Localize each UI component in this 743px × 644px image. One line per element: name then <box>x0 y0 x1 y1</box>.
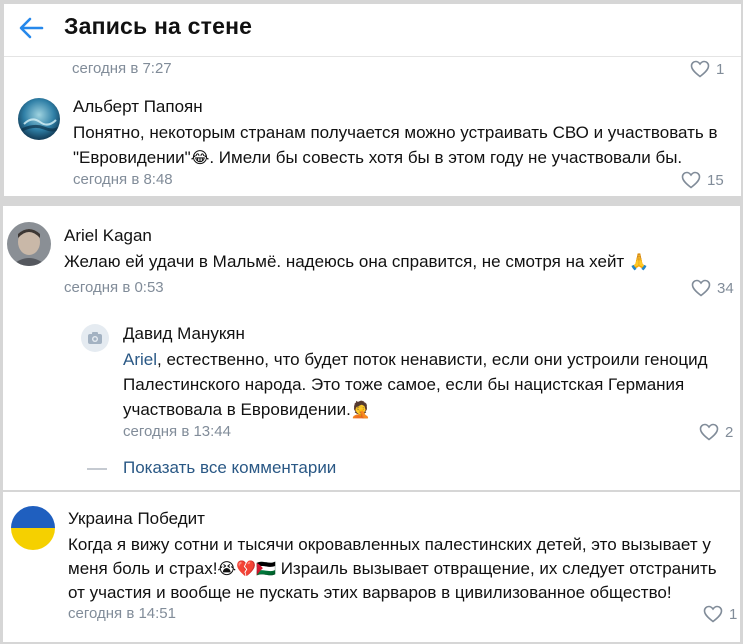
comment-timestamp: сегодня в 0:53 <box>64 279 164 296</box>
avatar[interactable] <box>18 98 60 140</box>
comment-author[interactable]: Украина Победит <box>68 509 205 529</box>
comment-card: Ariel Kagan Желаю ей удачи в Мальмё. над… <box>3 206 740 490</box>
reply-timestamp: сегодня в 13:44 <box>123 423 231 440</box>
crying-heartbreak-flag-emoji-icon: 😭💔🇵🇸 <box>217 559 276 578</box>
heart-icon <box>703 605 723 623</box>
post-card-top: Запись на стене сегодня в 7:27 1 Альберт… <box>4 4 741 196</box>
comment-text-line: "Евровидении"😂. Имели бы совесть хотя бы… <box>73 148 683 167</box>
comment-text-line: от участия и вообще не пускать этих варв… <box>68 583 672 602</box>
mention-link[interactable]: Ariel <box>123 350 157 369</box>
like-button[interactable]: 15 <box>681 171 724 189</box>
like-count: 1 <box>729 605 738 623</box>
like-button[interactable]: 1 <box>690 60 724 78</box>
heart-icon <box>690 60 710 78</box>
heart-icon <box>691 279 711 297</box>
comment-timestamp: сегодня в 7:27 <box>72 60 172 77</box>
divider <box>87 468 107 470</box>
laughing-emoji-icon: 😂 <box>190 148 210 167</box>
comment-text-line: Желаю ей удачи в Мальмё. надеюсь она спр… <box>64 252 649 271</box>
comment-author[interactable]: Ariel Kagan <box>64 226 152 246</box>
reply-text-line: Палестинского народа. Это тоже самое, ес… <box>123 375 685 394</box>
heart-icon <box>699 423 719 441</box>
comment-timestamp: сегодня в 14:51 <box>68 605 176 622</box>
back-arrow-icon[interactable] <box>16 14 46 42</box>
show-all-comments-link[interactable]: Показать все комментарии <box>123 458 336 478</box>
avatar[interactable] <box>81 324 109 352</box>
reply-text-line: Ariel, естественно, что будет поток нена… <box>123 350 708 369</box>
like-button[interactable]: 34 <box>691 279 734 297</box>
header-bar: Запись на стене <box>4 4 741 57</box>
comment-text-line: меня боль и страх!😭💔🇵🇸 Израиль вызывает … <box>68 559 717 578</box>
avatar[interactable] <box>7 222 51 266</box>
comment-author[interactable]: Альберт Папоян <box>73 97 203 117</box>
like-button[interactable]: 2 <box>699 423 733 441</box>
praying-hands-emoji-icon: 🙏 <box>628 252 649 271</box>
like-button[interactable]: 1 <box>703 605 737 623</box>
comment-text-line: Понятно, некоторым странам получается мо… <box>73 123 718 142</box>
facepalm-emoji-icon: 🤦 <box>350 400 371 419</box>
like-count: 34 <box>717 279 734 297</box>
page-title: Запись на стене <box>64 13 253 39</box>
comment-timestamp: сегодня в 8:48 <box>73 171 173 188</box>
reply-text-line: участвовала в Евровидении.🤦 <box>123 400 371 419</box>
avatar[interactable] <box>11 506 55 550</box>
like-count: 15 <box>707 171 724 189</box>
camera-icon <box>88 332 102 344</box>
comment-text-line: Когда я вижу сотни и тысячи окровавленны… <box>68 535 711 554</box>
like-count: 1 <box>716 60 725 78</box>
like-count: 2 <box>725 423 734 441</box>
reply-author[interactable]: Давид Манукян <box>123 324 245 344</box>
comment-card: Украина Победит Когда я вижу сотни и тыс… <box>3 492 740 642</box>
heart-icon <box>681 171 701 189</box>
